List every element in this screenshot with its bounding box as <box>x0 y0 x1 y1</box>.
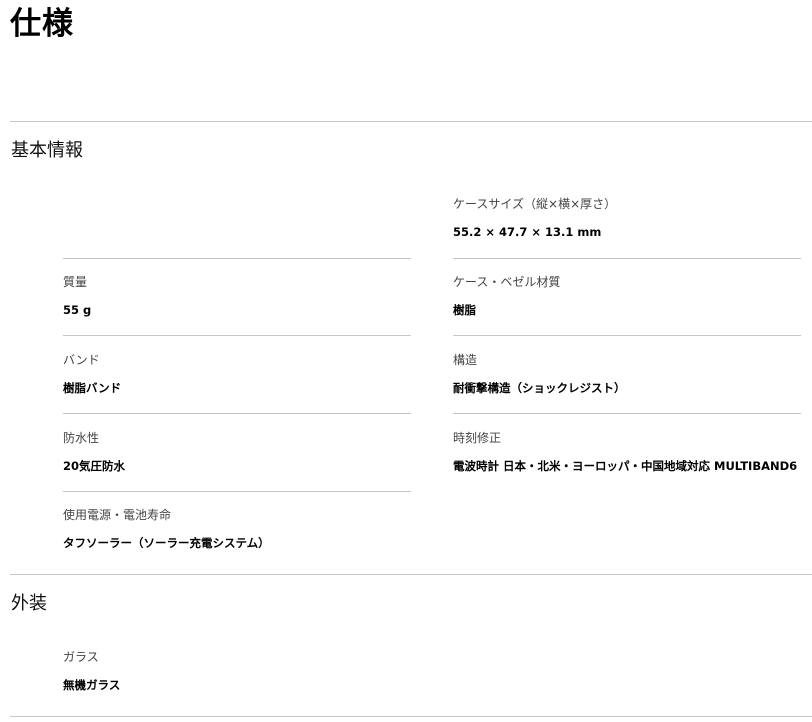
row-divider <box>453 335 801 336</box>
spec-value: タフソーラー（ソーラー充電システム） <box>63 536 270 550</box>
row-divider <box>63 335 411 336</box>
section-heading-basic-info: 基本情報 <box>11 140 83 161</box>
spec-label: ガラス <box>63 650 99 664</box>
spec-value: 樹脂バンド <box>63 381 122 395</box>
spec-value: 電波時計 日本・北米・ヨーロッパ・中国地域対応 MULTIBAND6 <box>453 459 798 473</box>
spec-value: 55.2 × 47.7 × 13.1 mm <box>453 225 602 239</box>
spec-value: 無機ガラス <box>63 678 121 692</box>
spec-value: 樹脂 <box>453 303 476 317</box>
spec-value: 20気圧防水 <box>63 459 126 473</box>
spec-label: ケース・ベゼル材質 <box>453 275 561 289</box>
spec-label: 使用電源・電池寿命 <box>63 508 172 522</box>
row-divider <box>63 258 411 259</box>
spec-label: 構造 <box>453 353 478 367</box>
row-divider <box>63 413 411 414</box>
spec-label: 質量 <box>63 275 88 289</box>
row-divider <box>453 413 801 414</box>
spec-label: ケースサイズ（縦×横×厚さ） <box>453 197 617 211</box>
section-divider <box>10 716 812 717</box>
spec-label: 時刻修正 <box>453 431 502 445</box>
section-divider <box>10 121 812 122</box>
section-heading-exterior: 外装 <box>11 593 47 614</box>
row-divider <box>63 491 411 492</box>
spec-label: バンド <box>63 353 100 367</box>
section-divider <box>10 574 812 575</box>
page-title: 仕様 <box>10 6 74 42</box>
spec-label: 防水性 <box>63 431 100 445</box>
spec-value: 耐衝撃構造（ショックレジスト） <box>453 381 626 395</box>
row-divider <box>453 258 801 259</box>
spec-value: 55 g <box>63 303 92 317</box>
